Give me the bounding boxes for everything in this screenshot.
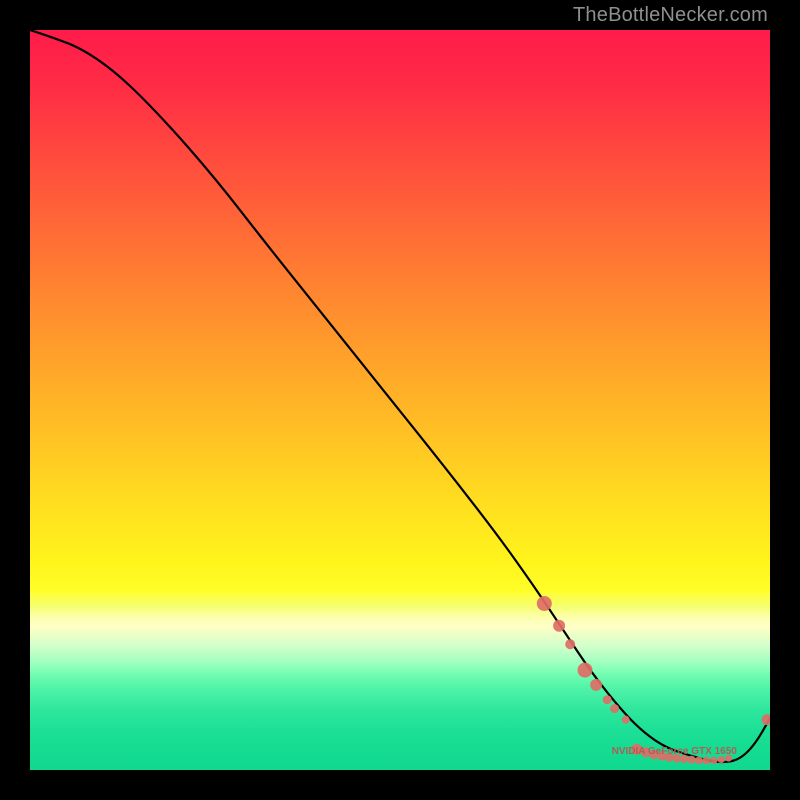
data-marker: [718, 756, 725, 763]
data-marker: [695, 756, 703, 764]
data-marker: [657, 751, 666, 760]
data-marker: [641, 747, 651, 757]
data-marker: [710, 757, 717, 764]
data-marker: [688, 756, 696, 764]
data-marker: [631, 744, 642, 755]
watermark-text: TheBottleNecker.com: [573, 4, 768, 27]
data-marker: [672, 754, 681, 763]
data-marker: [553, 620, 565, 632]
data-marker: [665, 753, 674, 762]
data-marker: [578, 663, 593, 678]
curve-layer: [30, 30, 770, 770]
chart-stage: NVIDIA GeForce GTX 1650 TheBottleNecker.…: [0, 0, 800, 800]
data-marker: [590, 679, 602, 691]
data-marker: [603, 695, 612, 704]
bottleneck-curve: [30, 30, 770, 762]
data-marker: [762, 714, 770, 725]
data-marker: [610, 704, 619, 713]
data-marker: [537, 596, 552, 611]
data-marker: [622, 716, 630, 724]
data-marker: [680, 755, 688, 763]
data-marker: [649, 750, 659, 760]
data-marker: [565, 639, 575, 649]
data-marker: [703, 757, 711, 765]
data-marker: [725, 755, 732, 762]
bottleneck-curve-path: [30, 30, 770, 762]
